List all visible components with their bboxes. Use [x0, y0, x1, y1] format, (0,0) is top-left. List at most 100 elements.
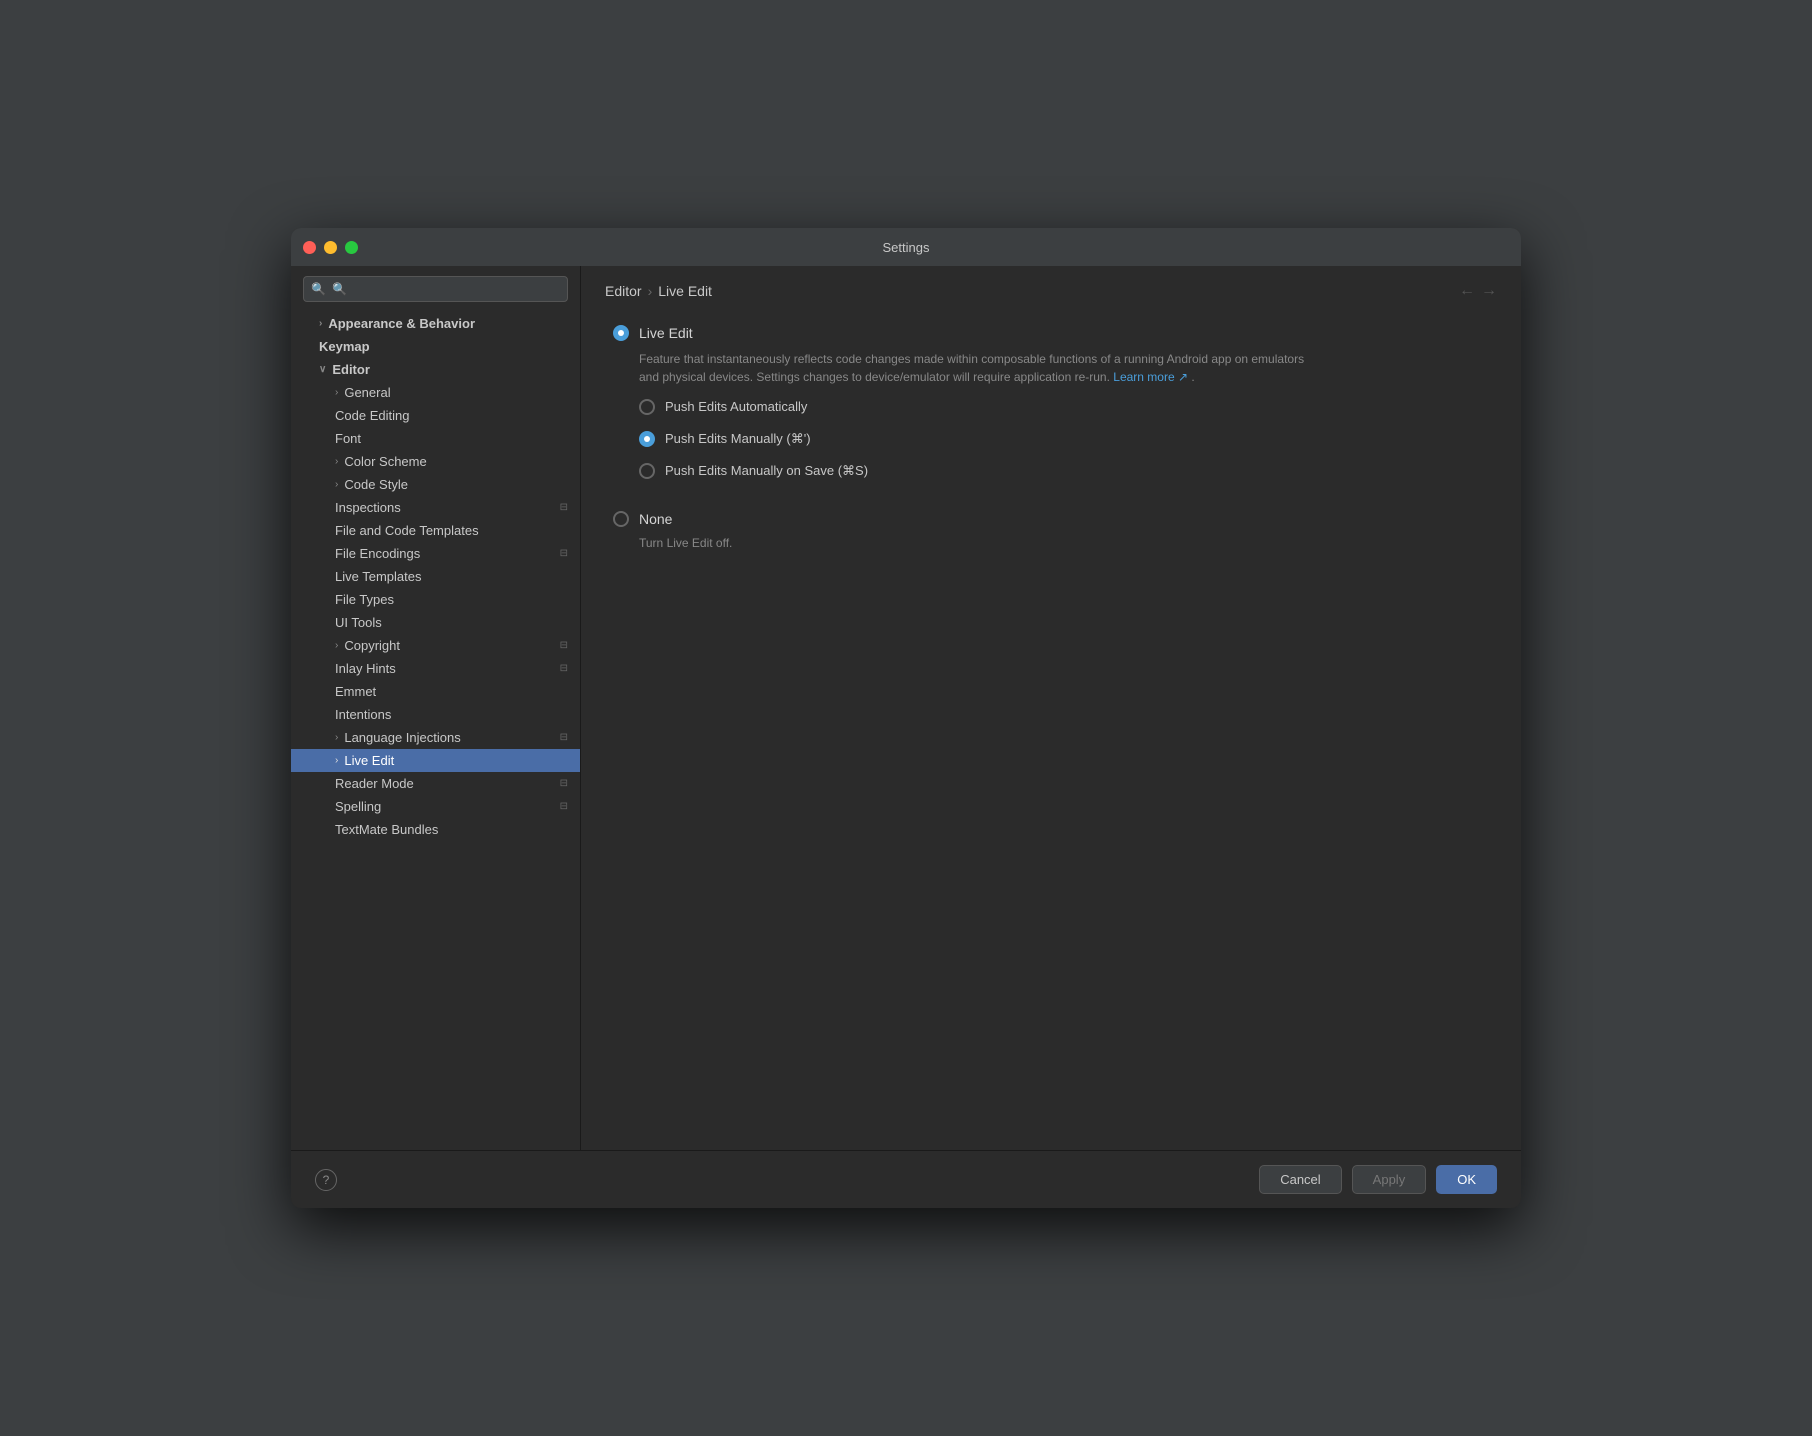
- chevron-right-icon: ›: [319, 318, 322, 329]
- sidebar-item-appearance[interactable]: › Appearance & Behavior: [291, 312, 580, 335]
- minimize-button[interactable]: [324, 241, 337, 254]
- push-auto-radio-row: Push Edits Automatically: [639, 398, 1489, 416]
- collapse-icon: ⊟: [560, 548, 568, 559]
- content-body: Live Edit Feature that instantaneously r…: [581, 316, 1521, 1150]
- push-manually-radio[interactable]: [639, 431, 655, 447]
- help-button[interactable]: ?: [315, 1169, 337, 1191]
- sidebar-item-language-injections[interactable]: › Language Injections ⊟: [291, 726, 580, 749]
- content-header: Editor › Live Edit ← →: [581, 266, 1521, 316]
- sidebar-item-color-scheme[interactable]: › Color Scheme: [291, 450, 580, 473]
- sidebar-item-keymap[interactable]: Keymap: [291, 335, 580, 358]
- push-on-save-radio[interactable]: [639, 463, 655, 479]
- chevron-right-icon: ›: [335, 387, 338, 398]
- footer-left: ?: [315, 1169, 337, 1191]
- push-manually-radio-row: Push Edits Manually (⌘'): [639, 430, 1489, 448]
- learn-more-link[interactable]: Learn more ↗: [1113, 370, 1188, 384]
- chevron-right-icon: ›: [335, 755, 338, 766]
- chevron-right-icon: ›: [335, 456, 338, 467]
- ok-button[interactable]: OK: [1436, 1165, 1497, 1194]
- sidebar-item-code-style[interactable]: › Code Style: [291, 473, 580, 496]
- collapse-icon: ⊟: [560, 801, 568, 812]
- push-on-save-radio-row: Push Edits Manually on Save (⌘S): [639, 462, 1489, 480]
- sidebar-item-file-encodings[interactable]: File Encodings ⊟: [291, 542, 580, 565]
- chevron-right-icon: ›: [335, 640, 338, 651]
- sub-options-group: Push Edits Automatically Push Edits Manu…: [639, 398, 1489, 487]
- cancel-button[interactable]: Cancel: [1259, 1165, 1341, 1194]
- breadcrumb-parent: Editor: [605, 283, 642, 299]
- sidebar-item-label: File Encodings: [335, 546, 420, 561]
- sidebar-item-label: Live Templates: [335, 569, 421, 584]
- sidebar-item-copyright[interactable]: › Copyright ⊟: [291, 634, 580, 657]
- title-bar: Settings: [291, 228, 1521, 266]
- sidebar-item-live-edit[interactable]: › Live Edit: [291, 749, 580, 772]
- sidebar-item-label: Keymap: [319, 339, 370, 354]
- collapse-icon: ⊟: [560, 502, 568, 513]
- maximize-button[interactable]: [345, 241, 358, 254]
- push-manually-label: Push Edits Manually (⌘'): [665, 430, 811, 448]
- collapse-icon: ⊟: [560, 663, 568, 674]
- sidebar-item-label: TextMate Bundles: [335, 822, 438, 837]
- main-content: Editor › Live Edit ← → Live Edit: [581, 266, 1521, 1150]
- push-auto-radio[interactable]: [639, 399, 655, 415]
- search-input[interactable]: [303, 276, 568, 302]
- window-title: Settings: [883, 240, 930, 255]
- sidebar-item-label: Reader Mode: [335, 776, 414, 791]
- sidebar-item-label: Font: [335, 431, 361, 446]
- none-option-group: None Turn Live Edit off.: [613, 510, 1489, 550]
- sidebar-item-label: Inlay Hints: [335, 661, 396, 676]
- push-on-save-label: Push Edits Manually on Save (⌘S): [665, 462, 868, 480]
- sidebar-item-label: Appearance & Behavior: [328, 316, 475, 331]
- sidebar-navigation: › Appearance & Behavior Keymap ∨ Editor …: [291, 312, 580, 1150]
- dialog-body: 🔍 › Appearance & Behavior Keymap ∨ Edito…: [291, 266, 1521, 1150]
- dialog-footer: ? Cancel Apply OK: [291, 1150, 1521, 1208]
- search-wrapper: 🔍: [303, 276, 568, 302]
- sidebar-item-font[interactable]: Font: [291, 427, 580, 450]
- sidebar-item-label: Code Editing: [335, 408, 409, 423]
- apply-button[interactable]: Apply: [1352, 1165, 1427, 1194]
- window-controls: [303, 241, 358, 254]
- breadcrumb-separator: ›: [648, 283, 653, 299]
- sidebar-item-editor[interactable]: ∨ Editor: [291, 358, 580, 381]
- sidebar-item-intentions[interactable]: Intentions: [291, 703, 580, 726]
- sidebar-item-label: File and Code Templates: [335, 523, 479, 538]
- search-box: 🔍: [291, 266, 580, 312]
- sidebar-item-live-templates[interactable]: Live Templates: [291, 565, 580, 588]
- forward-arrow-icon[interactable]: →: [1481, 282, 1497, 300]
- breadcrumb: Editor › Live Edit: [605, 283, 712, 299]
- push-auto-label: Push Edits Automatically: [665, 398, 807, 416]
- sidebar-item-reader-mode[interactable]: Reader Mode ⊟: [291, 772, 580, 795]
- none-radio[interactable]: [613, 511, 629, 527]
- sidebar-item-emmet[interactable]: Emmet: [291, 680, 580, 703]
- sidebar-item-inlay-hints[interactable]: Inlay Hints ⊟: [291, 657, 580, 680]
- close-button[interactable]: [303, 241, 316, 254]
- none-radio-row: None: [613, 510, 1489, 530]
- chevron-down-icon: ∨: [319, 364, 326, 375]
- none-label: None: [639, 510, 672, 530]
- sidebar-item-inspections[interactable]: Inspections ⊟: [291, 496, 580, 519]
- collapse-icon: ⊟: [560, 732, 568, 743]
- search-icon: 🔍: [311, 282, 326, 296]
- live-edit-radio[interactable]: [613, 325, 629, 341]
- sidebar-item-file-code-templates[interactable]: File and Code Templates: [291, 519, 580, 542]
- live-edit-main-radio-row: Live Edit: [613, 324, 1489, 344]
- sidebar-item-textmate-bundles[interactable]: TextMate Bundles: [291, 818, 580, 841]
- chevron-right-icon: ›: [335, 732, 338, 743]
- sidebar-item-label: Code Style: [344, 477, 408, 492]
- sidebar-item-label: Live Edit: [344, 753, 394, 768]
- sidebar-item-file-types[interactable]: File Types: [291, 588, 580, 611]
- live-edit-option-group: Live Edit Feature that instantaneously r…: [613, 324, 1489, 486]
- sidebar-item-label: Spelling: [335, 799, 381, 814]
- sidebar-item-code-editing[interactable]: Code Editing: [291, 404, 580, 427]
- chevron-right-icon: ›: [335, 479, 338, 490]
- navigation-arrows: ← →: [1459, 282, 1497, 300]
- sidebar-item-spelling[interactable]: Spelling ⊟: [291, 795, 580, 818]
- back-arrow-icon[interactable]: ←: [1459, 282, 1475, 300]
- sidebar-item-label: Emmet: [335, 684, 376, 699]
- collapse-icon: ⊟: [560, 640, 568, 651]
- live-edit-description: Feature that instantaneously reflects co…: [639, 350, 1319, 386]
- sidebar-item-label: Copyright: [344, 638, 400, 653]
- sidebar-item-ui-tools[interactable]: UI Tools: [291, 611, 580, 634]
- live-edit-label: Live Edit: [639, 324, 693, 344]
- sidebar-item-general[interactable]: › General: [291, 381, 580, 404]
- sidebar: 🔍 › Appearance & Behavior Keymap ∨ Edito…: [291, 266, 581, 1150]
